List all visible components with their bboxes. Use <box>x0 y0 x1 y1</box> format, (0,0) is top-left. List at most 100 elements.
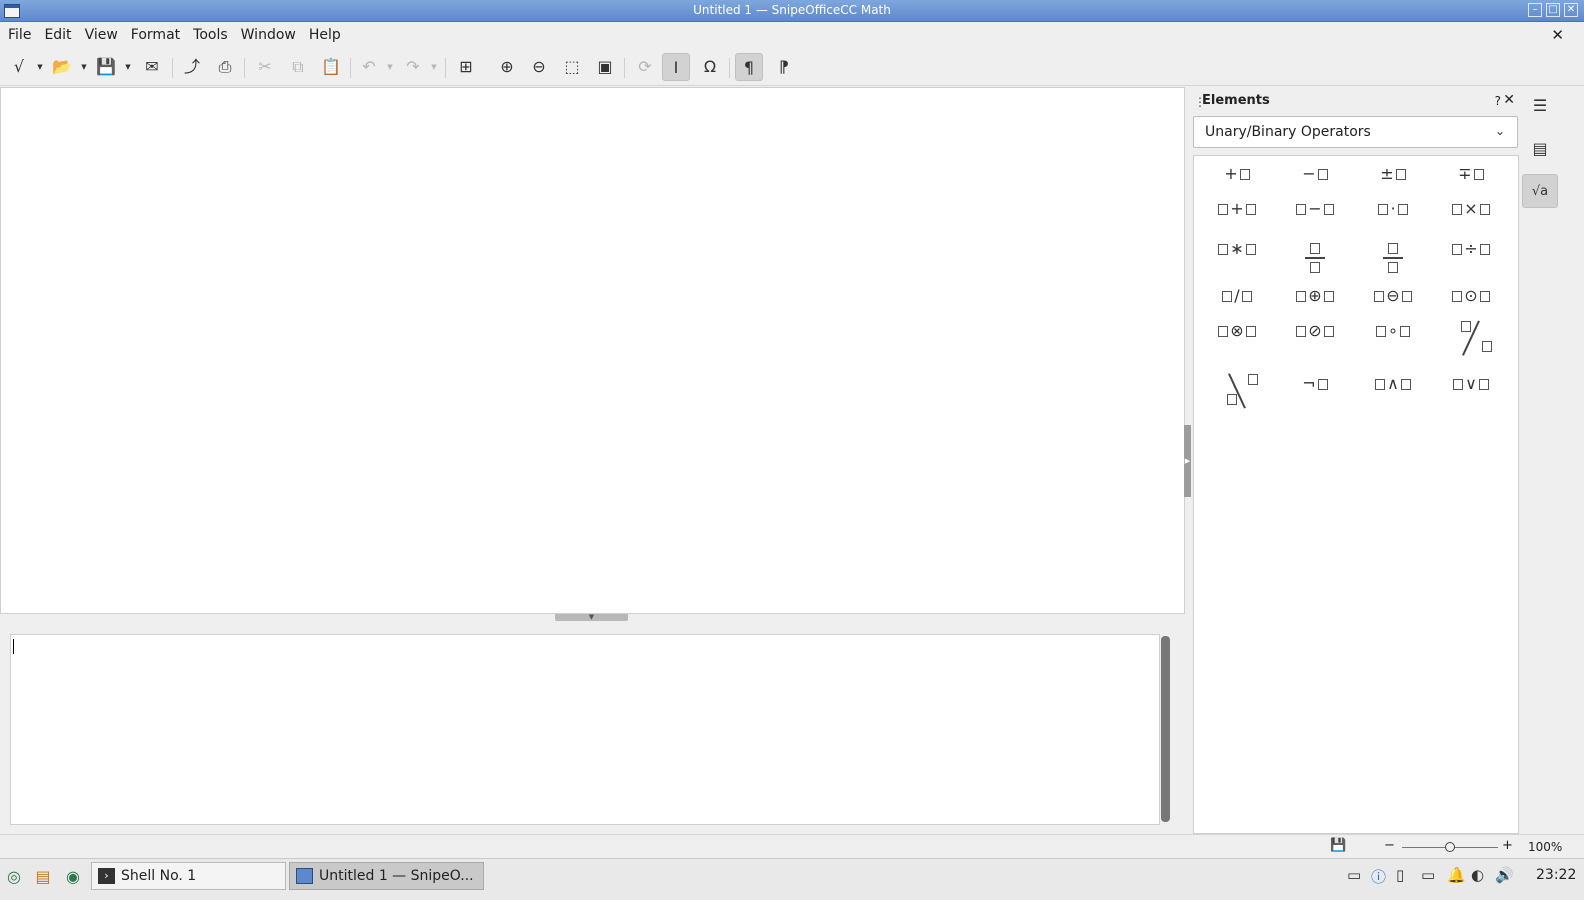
minimize-icon[interactable]: – <box>1528 3 1542 17</box>
operator-item[interactable] <box>1276 239 1354 273</box>
operator-item[interactable]: ¬ <box>1276 374 1354 393</box>
taskbar-item-math[interactable]: Untitled 1 — SnipeO... <box>289 862 484 890</box>
paste-icon[interactable]: 📋 <box>317 53 345 81</box>
splitter[interactable]: ▼ <box>0 614 1185 634</box>
show-all-icon[interactable]: ⬚ <box>558 53 586 81</box>
chevron-down-icon[interactable]: ▼ <box>79 53 89 81</box>
taskbar-item-shell[interactable]: › Shell No. 1 <box>91 862 286 890</box>
zoom-in-button[interactable]: + <box>1502 838 1513 853</box>
operator-item[interactable] <box>1198 373 1276 410</box>
close-icon[interactable]: ✕ <box>1564 3 1578 17</box>
operator-item[interactable]: − <box>1276 199 1354 218</box>
placeholder-box <box>1461 321 1471 332</box>
operator-item[interactable]: ÷ <box>1432 239 1510 258</box>
operator-item[interactable]: ∓ <box>1432 164 1510 183</box>
chevron-down-icon[interactable]: ▼ <box>385 53 395 81</box>
menu-edit[interactable]: Edit <box>39 22 76 48</box>
copy-icon[interactable]: ⧉ <box>284 53 312 81</box>
formula-icon[interactable]: √ <box>5 53 33 81</box>
panel-close-icon[interactable]: ✕ <box>1503 92 1515 108</box>
operator-item[interactable]: ± <box>1354 164 1432 183</box>
update-notifier-icon[interactable]: ◐ <box>1471 866 1484 884</box>
zoom-100-icon[interactable]: ⊞ <box>452 53 480 81</box>
paragraph-rtl-icon[interactable]: ¶ <box>770 53 798 81</box>
menu-file[interactable]: File <box>3 22 36 48</box>
display-icon[interactable]: ▭ <box>1347 866 1361 884</box>
zoom-in-icon[interactable]: ⊕ <box>493 53 521 81</box>
menu-window[interactable]: Window <box>236 22 301 48</box>
undo-icon[interactable]: ↶ <box>355 53 383 81</box>
toolbar-separator <box>244 58 245 78</box>
placeholder-box <box>1218 244 1229 255</box>
operator-item[interactable]: ⊗ <box>1198 321 1276 340</box>
sidebar-collapse-handle[interactable]: ▶ <box>1184 425 1191 497</box>
redo-icon[interactable]: ↷ <box>399 53 427 81</box>
browser-icon[interactable]: ◉ <box>62 866 84 888</box>
placeholder-box <box>1310 261 1320 273</box>
operator-item[interactable]: ∗ <box>1198 239 1276 258</box>
operator-item[interactable]: ⊙ <box>1432 286 1510 305</box>
formula-command-input[interactable] <box>10 634 1160 825</box>
operator-item[interactable]: ∘ <box>1354 321 1432 340</box>
splitter-handle[interactable]: ▼ <box>555 614 628 621</box>
operator-item[interactable]: ⊖ <box>1354 286 1432 305</box>
operator-item[interactable]: + <box>1198 199 1276 218</box>
chevron-down-icon[interactable]: ▼ <box>123 53 133 81</box>
menu-help[interactable]: Help <box>304 22 346 48</box>
info-icon[interactable]: ⓘ <box>1371 866 1386 887</box>
network-icon[interactable]: ▭ <box>1421 866 1435 884</box>
category-select[interactable]: Unary/Binary Operators ⌄ <box>1193 116 1518 148</box>
placeholder-box <box>1296 326 1307 337</box>
chevron-down-icon[interactable]: ▼ <box>429 53 439 81</box>
operator-item[interactable]: ⊘ <box>1276 321 1354 340</box>
vertical-scrollbar[interactable] <box>1161 636 1170 822</box>
print-icon[interactable]: ⎙ <box>211 53 239 81</box>
operator-item[interactable]: / <box>1198 286 1276 305</box>
operator-item[interactable]: ∧ <box>1354 374 1432 393</box>
save-icon[interactable]: 💾 <box>92 53 120 81</box>
close-document-icon[interactable]: ✕ <box>1551 22 1564 48</box>
symbols-icon[interactable]: Ω <box>696 53 724 81</box>
menu-view[interactable]: View <box>80 22 123 48</box>
email-icon[interactable]: ✉ <box>138 53 166 81</box>
update-icon[interactable]: ⟳ <box>631 53 659 81</box>
sidebar-menu-icon[interactable]: ☰ <box>1522 89 1558 123</box>
menu-tools[interactable]: Tools <box>188 22 233 48</box>
operator-item[interactable]: + <box>1198 164 1276 183</box>
zoom-out-icon[interactable]: ⊖ <box>525 53 553 81</box>
open-icon[interactable]: 📂 <box>48 53 76 81</box>
standard-toolbar: √ ▼ 📂 ▼ 💾 ▼ ✉ ⤴ ⎙ ✂ ⧉ 📋 ↶ ▼ ↷ ▼ ⊞ ⊕ ⊖ ⬚ … <box>0 48 1584 86</box>
volume-icon[interactable]: 🔊 <box>1495 866 1514 884</box>
operator-item[interactable]: × <box>1432 199 1510 218</box>
fit-icon[interactable]: ▣ <box>591 53 619 81</box>
operator-item[interactable]: ∨ <box>1432 374 1510 393</box>
formula-cursor-icon[interactable]: I <box>662 53 690 81</box>
placeholder-box <box>1400 379 1411 390</box>
window-icon <box>296 868 313 884</box>
app-launcher-icon[interactable]: ◎ <box>3 866 25 888</box>
operator-item[interactable]: · <box>1354 199 1432 218</box>
operator-item[interactable] <box>1354 239 1432 273</box>
document-modified-icon[interactable]: 💾 <box>1330 838 1346 853</box>
notification-icon[interactable]: 🔔 <box>1447 866 1466 884</box>
help-icon[interactable]: ? <box>1495 94 1501 108</box>
paragraph-ltr-icon[interactable]: ¶ <box>735 53 763 81</box>
maximize-icon[interactable]: □ <box>1546 3 1560 17</box>
zoom-value[interactable]: 100% <box>1528 840 1562 854</box>
operator-item[interactable]: − <box>1276 164 1354 183</box>
properties-icon[interactable]: ▤ <box>1522 132 1558 166</box>
export-pdf-icon[interactable]: ⤴ <box>178 53 206 81</box>
placeholder-box <box>1478 379 1489 390</box>
zoom-slider-handle[interactable] <box>1445 842 1455 852</box>
formula-preview[interactable] <box>0 87 1185 614</box>
menu-format[interactable]: Format <box>126 22 185 48</box>
cut-icon[interactable]: ✂ <box>251 53 279 81</box>
operator-item[interactable] <box>1432 320 1510 357</box>
operator-item[interactable]: ⊕ <box>1276 286 1354 305</box>
zoom-out-button[interactable]: − <box>1384 838 1395 853</box>
chevron-down-icon[interactable]: ▼ <box>35 53 45 81</box>
placeholder-box <box>1374 291 1385 302</box>
file-manager-icon[interactable]: ▤ <box>32 866 54 888</box>
clipboard-icon[interactable]: ▯ <box>1396 866 1404 884</box>
elements-icon[interactable]: √a <box>1522 174 1558 208</box>
